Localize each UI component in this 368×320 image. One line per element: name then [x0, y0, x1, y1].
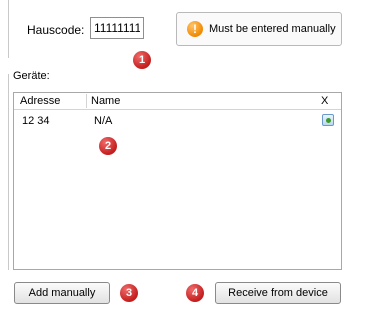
group-border-geraete — [8, 74, 9, 270]
column-separator[interactable] — [86, 94, 87, 108]
manual-entry-warning: ! Must be entered manually — [176, 12, 342, 46]
callout-badge-3: 3 — [120, 284, 138, 302]
warning-text: Must be entered manually — [209, 23, 336, 35]
hauscode-label: Hauscode: — [27, 23, 85, 37]
callout-badge-1: 1 — [133, 51, 151, 69]
row-adresse[interactable]: 12 34 — [22, 115, 50, 127]
column-header-name[interactable]: Name — [91, 95, 120, 107]
delete-icon[interactable] — [322, 114, 334, 126]
list-header: Adresse Name X — [14, 93, 341, 110]
receive-from-device-button[interactable]: Receive from device — [215, 282, 341, 304]
hauscode-input[interactable] — [90, 17, 144, 39]
column-header-adresse[interactable]: Adresse — [20, 95, 60, 107]
add-manually-button[interactable]: Add manually — [14, 282, 110, 304]
exclamation-icon: ! — [187, 21, 203, 37]
callout-badge-2: 2 — [99, 137, 117, 155]
row-name[interactable]: N/A — [94, 115, 112, 127]
device-list[interactable]: Adresse Name X 12 34 N/A — [13, 92, 342, 270]
column-header-x[interactable]: X — [321, 95, 328, 107]
callout-badge-4: 4 — [186, 284, 204, 302]
geraete-label: Geräte: — [13, 70, 50, 82]
group-border-top — [8, 0, 9, 58]
